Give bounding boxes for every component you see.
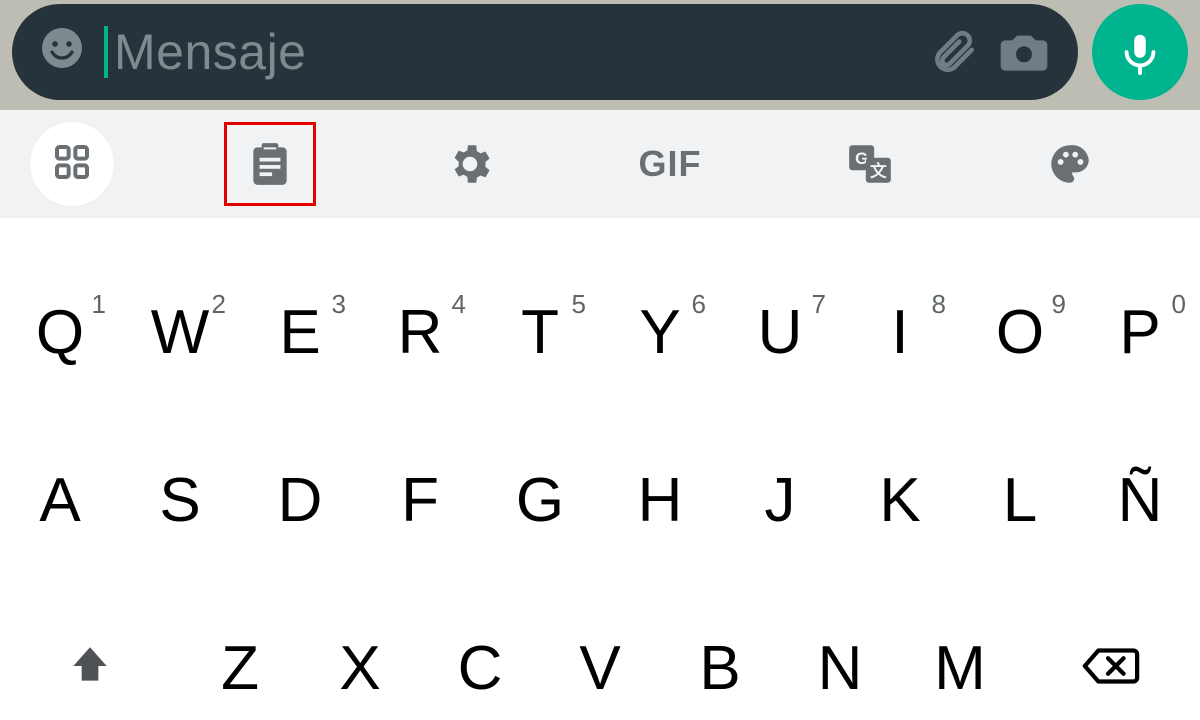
- key-j[interactable]: J: [720, 465, 840, 536]
- emoji-icon[interactable]: [38, 24, 86, 81]
- key-o[interactable]: 9O: [960, 297, 1080, 368]
- backspace-icon: [1079, 635, 1141, 702]
- key-r[interactable]: 4R: [360, 297, 480, 368]
- keyboard-row-3: Z X C V B N M: [0, 584, 1200, 720]
- grid-icon: [52, 142, 92, 187]
- key-u[interactable]: 7U: [720, 297, 840, 368]
- chat-input-area: Mensaje: [0, 0, 1200, 110]
- key-w[interactable]: 2W: [120, 297, 240, 368]
- keyboard: 1Q 2W 3E 4R 5T 6Y 7U 8I 9O 0P A S D F G …: [0, 218, 1200, 720]
- key-d[interactable]: D: [240, 465, 360, 536]
- clipboard-icon[interactable]: [245, 139, 295, 189]
- text-cursor: [104, 26, 108, 78]
- toolbar-clipboard-highlight: [224, 122, 316, 206]
- key-k[interactable]: K: [840, 465, 960, 536]
- shift-icon: [65, 641, 115, 696]
- key-e[interactable]: 3E: [240, 297, 360, 368]
- key-n[interactable]: N: [780, 633, 900, 704]
- camera-icon[interactable]: [996, 24, 1052, 80]
- key-v[interactable]: V: [540, 633, 660, 704]
- keyboard-row-1: 1Q 2W 3E 4R 5T 6Y 7U 8I 9O 0P: [0, 248, 1200, 416]
- key-q[interactable]: 1Q: [0, 297, 120, 368]
- attach-icon[interactable]: [928, 27, 978, 77]
- key-t[interactable]: 5T: [480, 297, 600, 368]
- key-x[interactable]: X: [300, 633, 420, 704]
- palette-icon[interactable]: [1045, 139, 1095, 189]
- gif-button[interactable]: GIF: [639, 143, 702, 185]
- shift-key[interactable]: [0, 641, 180, 696]
- key-l[interactable]: L: [960, 465, 1080, 536]
- key-a[interactable]: A: [0, 465, 120, 536]
- key-z[interactable]: Z: [180, 633, 300, 704]
- key-m[interactable]: M: [900, 633, 1020, 704]
- translate-icon[interactable]: G文: [845, 139, 895, 189]
- key-enye[interactable]: Ñ: [1080, 465, 1200, 536]
- toolbar-apps-button[interactable]: [30, 122, 114, 206]
- key-y[interactable]: 6Y: [600, 297, 720, 368]
- backspace-key[interactable]: [1020, 635, 1200, 702]
- message-placeholder: Mensaje: [114, 23, 307, 81]
- keyboard-row-2: A S D F G H J K L Ñ: [0, 416, 1200, 584]
- svg-text:文: 文: [870, 161, 887, 181]
- message-input[interactable]: Mensaje: [104, 22, 910, 82]
- key-b[interactable]: B: [660, 633, 780, 704]
- key-i[interactable]: 8I: [840, 297, 960, 368]
- gear-icon[interactable]: [445, 139, 495, 189]
- key-p[interactable]: 0P: [1080, 297, 1200, 368]
- keyboard-toolbar: GIF G文: [0, 110, 1200, 218]
- voice-message-button[interactable]: [1092, 4, 1188, 100]
- key-s[interactable]: S: [120, 465, 240, 536]
- key-g[interactable]: G: [480, 465, 600, 536]
- key-h[interactable]: H: [600, 465, 720, 536]
- message-input-pill: Mensaje: [12, 4, 1078, 100]
- key-f[interactable]: F: [360, 465, 480, 536]
- key-c[interactable]: C: [420, 633, 540, 704]
